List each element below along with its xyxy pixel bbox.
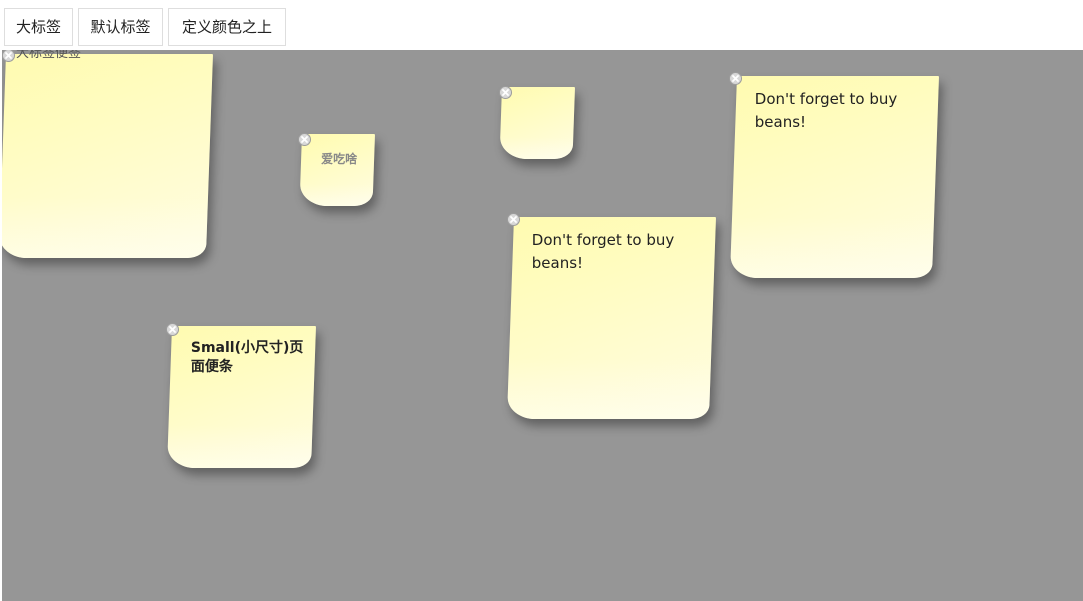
sticky-note-text: Small(小尺寸)页面便条 xyxy=(190,340,304,375)
close-icon[interactable] xyxy=(507,213,520,226)
notes-board: 大标签便签 爱吃啥 Don't forget to buy beans! Don… xyxy=(2,50,1083,601)
sticky-note-text: 爱吃啥 xyxy=(321,152,358,166)
sticky-note-text: Don't forget to buy beans! xyxy=(754,90,898,131)
default-label-button[interactable]: 默认标签 xyxy=(78,8,163,46)
close-icon[interactable] xyxy=(2,50,15,62)
close-icon[interactable] xyxy=(298,133,311,146)
close-icon[interactable] xyxy=(499,86,512,99)
toolbar: 大标签 默认标签 定义颜色之上 xyxy=(0,0,1083,50)
custom-color-button[interactable]: 定义颜色之上 xyxy=(168,8,286,46)
sticky-note-default[interactable]: Don't forget to buy beans! xyxy=(506,217,716,419)
sticky-note-text: Don't forget to buy beans! xyxy=(531,231,675,272)
sticky-note-large-label: 大标签便签 xyxy=(16,50,82,61)
sticky-note-default[interactable]: Don't forget to buy beans! xyxy=(729,76,939,278)
close-icon[interactable] xyxy=(729,72,742,85)
close-icon[interactable] xyxy=(166,323,179,336)
sticky-note-large[interactable] xyxy=(2,54,214,258)
sticky-note-small[interactable]: Small(小尺寸)页面便条 xyxy=(167,326,316,468)
big-label-button[interactable]: 大标签 xyxy=(4,8,73,46)
sticky-note-mini[interactable]: 爱吃啥 xyxy=(299,134,375,206)
